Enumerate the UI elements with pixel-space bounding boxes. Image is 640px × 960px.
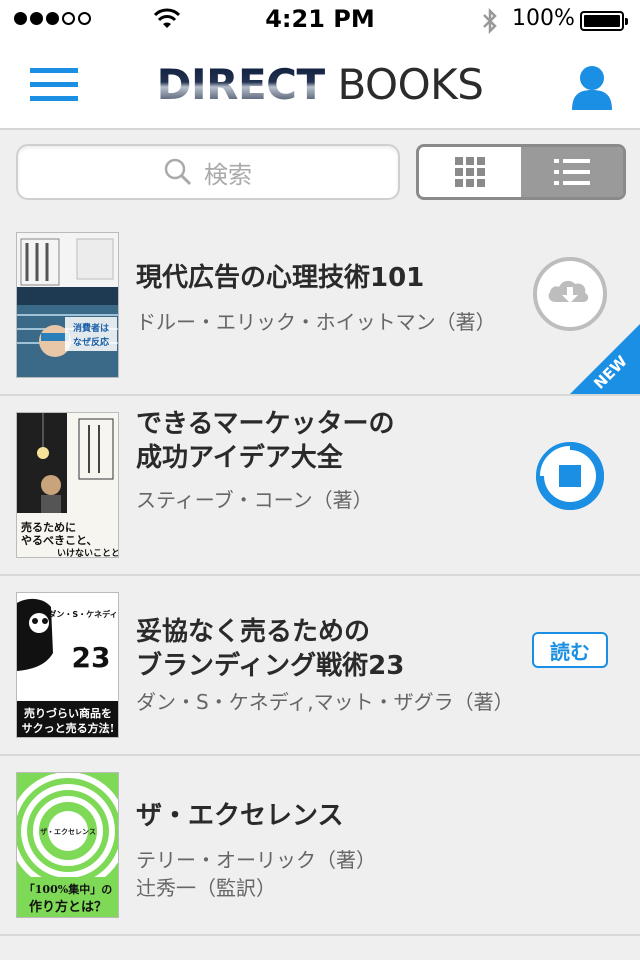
book-cover: 売るために やるべきこと、 いけないこととは？ bbox=[16, 412, 119, 558]
book-author: テリー・オーリック（著） bbox=[136, 848, 376, 872]
grid-icon bbox=[455, 157, 485, 187]
user-icon[interactable] bbox=[570, 64, 614, 110]
book-cover: ダン・S・ケネディの 23 売りづらい商品を サクっと売る方法! bbox=[16, 592, 119, 738]
book-cover: 消費者は なぜ反応 bbox=[16, 232, 119, 378]
cover-text: 23 bbox=[72, 641, 111, 674]
book-title: ザ・エクセレンス bbox=[136, 801, 344, 831]
cover-art: 売るために やるべきこと、 いけないこととは？ bbox=[17, 413, 119, 558]
book-author: ダン・S・ケネディ,マット・ザグラ（著） bbox=[136, 690, 514, 714]
cloud-download-icon[interactable] bbox=[532, 256, 608, 332]
svg-text:消費者は: 消費者は bbox=[73, 322, 109, 334]
download-progress-stop-icon[interactable] bbox=[532, 438, 608, 514]
search-icon bbox=[164, 158, 192, 186]
book-author: スティーブ・コーン（著） bbox=[136, 488, 373, 512]
navigation-bar: DIRECT BOOKS bbox=[0, 40, 640, 130]
cover-text: 売るために bbox=[21, 520, 76, 534]
cover-text: いけないこととは？ bbox=[57, 548, 119, 558]
book-title: 妥協なく売るための bbox=[136, 617, 371, 647]
cover-art: ダン・S・ケネディの 23 売りづらい商品を サクっと売る方法! bbox=[17, 593, 119, 737]
cover-text: ザ・エクセレンス bbox=[40, 827, 96, 836]
book-title: 現代広告の心理技術101 bbox=[136, 263, 425, 293]
logo-books: BOOKS bbox=[324, 60, 484, 109]
svg-text:なぜ反応: なぜ反応 bbox=[73, 336, 109, 348]
toolbar: 検索 bbox=[0, 130, 640, 216]
battery-icon bbox=[580, 11, 628, 31]
cover-art: ザ・エクセレンス 「100%集中」の 作り方とは？ bbox=[17, 773, 118, 917]
read-button[interactable]: 読む bbox=[532, 632, 608, 668]
book-row[interactable]: 売るために やるべきこと、 いけないこととは？ できるマーケッターの 成功アイデ… bbox=[0, 396, 640, 576]
book-author: ドルー・エリック・ホイットマン（著） bbox=[136, 310, 496, 334]
book-row[interactable]: ザ・エクセレンス 「100%集中」の 作り方とは？ ザ・エクセレンス テリー・オ… bbox=[0, 756, 640, 936]
cover-text: 作り方とは？ bbox=[29, 899, 107, 915]
cover-text: 「100%集中」の bbox=[24, 882, 112, 896]
cover-art: 消費者は なぜ反応 bbox=[17, 233, 118, 377]
book-author-line2: 辻秀一（監訳） bbox=[136, 876, 276, 900]
search-input[interactable]: 検索 bbox=[16, 144, 400, 200]
book-title-line2: ブランディング戦術23 bbox=[136, 651, 405, 681]
list-icon bbox=[554, 159, 590, 185]
cover-text: サクっと売る方法! bbox=[22, 721, 115, 735]
new-badge: NEW bbox=[570, 324, 640, 394]
cover-text: やるべきこと、 bbox=[21, 534, 98, 547]
book-title-line2: 成功アイデア大全 bbox=[136, 443, 343, 473]
bluetooth-icon bbox=[483, 8, 497, 34]
status-bar: 4:21 PM 100% bbox=[0, 0, 640, 40]
book-row[interactable]: 消費者は なぜ反応 現代広告の心理技術101 ドルー・エリック・ホイットマン（著… bbox=[0, 216, 640, 396]
search-placeholder: 検索 bbox=[204, 160, 252, 189]
battery-percent: 100% bbox=[512, 6, 575, 31]
grid-view-button[interactable] bbox=[419, 147, 521, 197]
logo-direct: DIRECT bbox=[156, 60, 326, 109]
book-title: できるマーケッターの bbox=[136, 409, 395, 439]
book-list: 消費者は なぜ反応 現代広告の心理技術101 ドルー・エリック・ホイットマン（著… bbox=[0, 216, 640, 936]
cover-text: 売りづらい商品を bbox=[24, 706, 112, 720]
view-toggle bbox=[416, 144, 626, 200]
list-view-button[interactable] bbox=[521, 147, 623, 197]
app-logo: DIRECT BOOKS bbox=[0, 60, 640, 109]
cover-text: ダン・S・ケネディの bbox=[48, 609, 119, 619]
book-row[interactable]: ダン・S・ケネディの 23 売りづらい商品を サクっと売る方法! 妥協なく売るた… bbox=[0, 576, 640, 756]
book-cover: ザ・エクセレンス 「100%集中」の 作り方とは？ bbox=[16, 772, 119, 918]
